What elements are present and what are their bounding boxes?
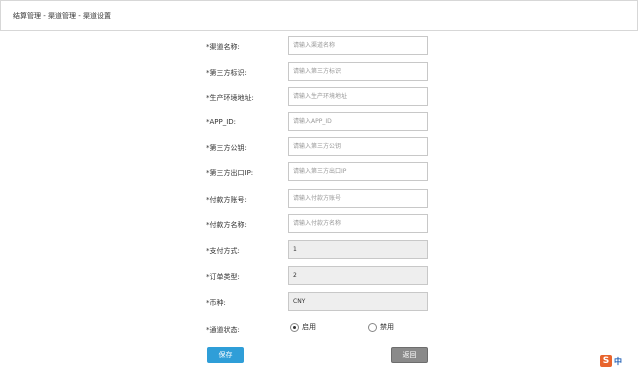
back-button[interactable]: 返回: [391, 347, 428, 363]
payer-account-label: *付款方账号:: [206, 196, 247, 204]
third-party-id-input[interactable]: 请输入第三方标识: [288, 62, 428, 81]
prod-address-input[interactable]: 请输入生产环境地址: [288, 87, 428, 106]
form-row-prod-address: *生产环境地址: 请输入生产环境地址: [0, 87, 640, 107]
form-row-payment-method: *支付方式: 1: [0, 240, 640, 260]
exit-ip-input[interactable]: 请输入第三方出口IP: [288, 162, 428, 181]
channel-name-label: *渠道名称:: [206, 43, 240, 51]
third-party-id-label: *第三方标识:: [206, 69, 247, 77]
breadcrumb-bar: 结算管理 - 渠道管理 - 渠道设置: [0, 0, 638, 31]
channel-status-label: *通道状态:: [206, 326, 240, 334]
public-key-label: *第三方公钥:: [206, 144, 247, 152]
status-disable-label: 禁用: [380, 323, 394, 331]
form-row-payer-account: *付款方账号: 请输入付款方账号: [0, 189, 640, 209]
currency-field: CNY: [288, 292, 428, 311]
payer-name-label: *付款方名称:: [206, 221, 247, 229]
payer-account-input[interactable]: 请输入付款方账号: [288, 189, 428, 208]
status-disable-option[interactable]: 禁用: [368, 322, 394, 332]
prod-address-label: *生产环境地址:: [206, 94, 254, 102]
app-id-label: *APP_ID:: [206, 118, 237, 126]
form-row-currency: *币种: CNY: [0, 292, 640, 312]
form-row-third-party-id: *第三方标识: 请输入第三方标识: [0, 62, 640, 82]
currency-label: *币种:: [206, 299, 226, 307]
save-button[interactable]: 保存: [207, 347, 244, 363]
s-logo-icon: S: [600, 355, 612, 367]
payment-method-field: 1: [288, 240, 428, 259]
channel-name-input[interactable]: 请输入渠道名称: [288, 36, 428, 55]
form-row-channel-name: *渠道名称: 请输入渠道名称: [0, 36, 640, 56]
radio-enable[interactable]: [290, 322, 299, 332]
app-id-input[interactable]: 请输入APP_ID: [288, 112, 428, 131]
status-enable-option[interactable]: 启用: [290, 322, 316, 332]
form-row-app-id: *APP_ID: 请输入APP_ID: [0, 112, 640, 132]
form-row-exit-ip: *第三方出口IP: 请输入第三方出口IP: [0, 162, 640, 182]
exit-ip-label: *第三方出口IP:: [206, 169, 254, 177]
payment-method-label: *支付方式:: [206, 247, 240, 255]
channel-settings-page: 结算管理 - 渠道管理 - 渠道设置 *渠道名称: 请输入渠道名称 *第三方标识…: [0, 0, 640, 368]
order-type-field: 2: [288, 266, 428, 285]
corner-badge-text: 中: [614, 356, 622, 366]
form-row-payer-name: *付款方名称: 请输入付款方名称: [0, 214, 640, 234]
form-row-order-type: *订单类型: 2: [0, 266, 640, 286]
radio-disable[interactable]: [368, 322, 377, 332]
payer-name-input[interactable]: 请输入付款方名称: [288, 214, 428, 233]
form-row-channel-status: *通道状态: 启用 禁用: [0, 319, 640, 339]
breadcrumb: 结算管理 - 渠道管理 - 渠道设置: [13, 12, 111, 20]
form-row-public-key: *第三方公钥: 请输入第三方公钥: [0, 137, 640, 157]
order-type-label: *订单类型:: [206, 273, 240, 281]
status-enable-label: 启用: [302, 323, 316, 331]
corner-badge[interactable]: S 中: [600, 354, 640, 368]
public-key-input[interactable]: 请输入第三方公钥: [288, 137, 428, 156]
